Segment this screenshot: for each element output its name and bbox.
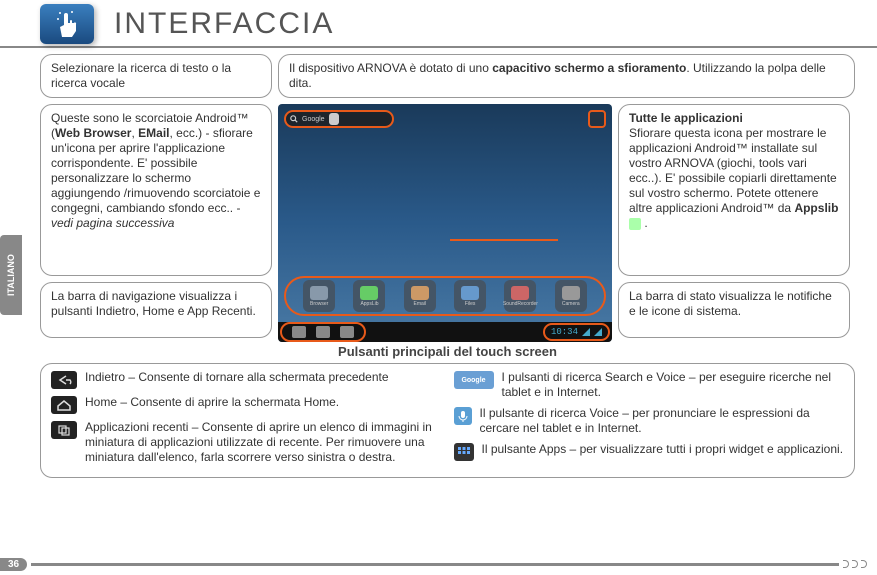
dock-app-icon: Browser (303, 280, 335, 312)
dock-label: SoundRecorder (503, 301, 538, 307)
buttons-reference-box: Indietro – Consente di tornare alla sche… (40, 363, 855, 478)
navbar-info-box: La barra di navigazione visualizza i pul… (40, 282, 272, 338)
dock-app-icon: SoundRecorder (504, 280, 536, 312)
touch-logo-icon (40, 4, 94, 44)
button-desc: Indietro – Consente di tornare alla sche… (85, 370, 442, 385)
middle-row: Queste sono le scorciatoie Android™ (Web… (40, 104, 855, 342)
left-button-col: Indietro – Consente di tornare alla sche… (51, 370, 442, 471)
box-title: Tutte le applicazioni (629, 111, 743, 125)
button-desc: Applicazioni recenti – Consente di aprir… (85, 420, 442, 465)
page-footer: 36 (0, 557, 877, 571)
text: Il dispositivo ARNOVA è dotato di uno (289, 61, 492, 75)
center-column: Google Browser AppsLib Email Files Sound… (278, 104, 612, 342)
wifi-icon (582, 328, 590, 336)
button-desc: Il pulsante di ricerca Voice – per pronu… (480, 406, 845, 436)
back-icon (292, 326, 306, 338)
bold-text: Web Browser (55, 126, 131, 140)
shortcuts-box: Queste sono le scorciatoie Android™ (Web… (40, 104, 272, 276)
dock-label: Files (465, 301, 476, 307)
search-text: Google (302, 116, 325, 123)
dock-label: Browser (310, 301, 328, 307)
bold-text: capacitivo schermo a sfioramento (492, 61, 686, 75)
content-area: Selezionare la ricerca di testo o la ric… (0, 48, 877, 478)
all-apps-box: Tutte le applicazioni Sfiorare questa ic… (618, 104, 850, 276)
recent-apps-icon (51, 421, 77, 439)
bold-text: Appslib (794, 201, 838, 215)
right-button-col: Google I pulsanti di ricerca Search e Vo… (454, 370, 845, 471)
button-item: Applicazioni recenti – Consente di aprir… (51, 420, 442, 465)
touchscreen-info-box: Il dispositivo ARNOVA è dotato di uno ca… (278, 54, 855, 98)
button-desc: Home – Consente di aprire la schermata H… (85, 395, 442, 410)
appslib-icon (629, 218, 641, 230)
button-desc: I pulsanti di ricerca Search e Voice – p… (502, 370, 845, 400)
button-item: Il pulsante Apps – per visualizzare tutt… (454, 442, 845, 461)
footer-bar-icon (31, 563, 839, 566)
recent-icon (340, 326, 354, 338)
callout-line-icon (450, 239, 558, 241)
dock-app-icon: AppsLib (353, 280, 385, 312)
clock: 10:34 (551, 327, 578, 337)
dock-label: AppsLib (360, 301, 378, 307)
search-callout-box: Selezionare la ricerca di testo o la ric… (40, 54, 272, 98)
voice-icon (329, 113, 339, 125)
page-header: INTERFACCIA (0, 0, 877, 48)
home-button-icon (51, 396, 77, 414)
button-item: Il pulsante di ricerca Voice – per pronu… (454, 406, 845, 436)
button-item: Google I pulsanti di ricerca Search e Vo… (454, 370, 845, 400)
back-button-icon (51, 371, 77, 389)
dock-highlight: Browser AppsLib Email Files SoundRecorde… (284, 276, 606, 316)
footer-bumps-icon (843, 560, 873, 568)
google-search-icon: Google (454, 371, 494, 389)
tablet-screenshot: Google Browser AppsLib Email Files Sound… (278, 104, 612, 342)
text: . (641, 216, 648, 230)
home-icon (316, 326, 330, 338)
apps-button-highlight (588, 110, 606, 128)
section-title: Pulsanti principali del touch screen (40, 344, 855, 359)
bold-text: EMail (138, 126, 169, 140)
button-desc: Il pulsante Apps – per visualizzare tutt… (482, 442, 845, 457)
page-title: INTERFACCIA (114, 7, 334, 41)
search-bar-highlight: Google (284, 110, 394, 128)
right-column: Tutte le applicazioni Sfiorare questa ic… (618, 104, 850, 342)
page-number: 36 (0, 558, 27, 571)
italic-text: vedi pagina successiva (51, 216, 174, 230)
search-icon (290, 115, 298, 123)
dock-app-icon: Email (404, 280, 436, 312)
battery-icon (594, 328, 602, 336)
top-row: Selezionare la ricerca di testo o la ric… (40, 54, 855, 98)
dock-app-icon: Files (454, 280, 486, 312)
nav-buttons-highlight (280, 322, 366, 342)
status-highlight: 10:34 (543, 323, 610, 341)
left-column: Queste sono le scorciatoie Android™ (Web… (40, 104, 272, 342)
apps-button-icon (454, 443, 474, 461)
button-item: Indietro – Consente di tornare alla sche… (51, 370, 442, 389)
dock-app-icon: Camera (555, 280, 587, 312)
dock-label: Email (414, 301, 427, 307)
button-item: Home – Consente di aprire la schermata H… (51, 395, 442, 414)
voice-search-icon (454, 407, 472, 425)
dock-label: Camera (562, 301, 580, 307)
language-tab: ITALIANO (0, 235, 22, 315)
navbar-screenshot: 10:34 (278, 322, 612, 342)
status-bar-box: La barra di stato visualizza le notifich… (618, 282, 850, 338)
